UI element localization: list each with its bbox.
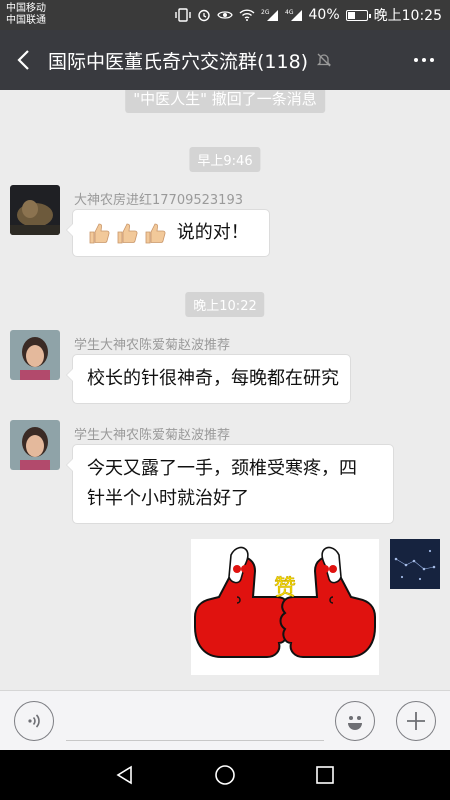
eye-icon [216,9,233,21]
status-icons: 2G 4G 40% 晚上10:25 [174,0,442,30]
signal-4g-icon: 4G [285,8,303,22]
message-bubble[interactable]: 校长的针很神奇，每晚都在研究 [66,354,351,404]
thumbs-up-icon [145,223,166,244]
more-dots-icon [422,58,426,62]
thumbs-up-sticker[interactable]: 赞 [191,539,379,675]
timestamp: 晚上10:22 [185,292,265,317]
nav-home-button[interactable] [195,750,255,800]
thumbs-up-icon [117,223,138,244]
chat-header: 国际中医董氏奇穴交流群(118) [0,30,450,90]
nav-back-icon [116,765,132,785]
status-bar: 中国移动 中国联通 2G 4G 40% 晚上10:25 [0,0,450,30]
more-options-button[interactable] [414,30,434,90]
carrier-1-label: 中国移动 [6,3,46,14]
thumbs-up-emoji-group [87,221,167,245]
chat-title: 国际中医董氏奇穴交流群(118) [48,50,309,73]
more-dots-icon [414,58,418,62]
self-avatar[interactable] [390,539,440,589]
wifi-icon [239,9,255,21]
avatar[interactable] [10,420,60,470]
recall-notice: "中医人生" 撤回了一条消息 [125,90,325,113]
status-time: 晚上10:25 [373,8,442,24]
message-text: 说的对！ [176,222,249,243]
carrier-2-label: 中国联通 [6,15,46,26]
nav-recents-icon [316,766,334,784]
message-text-line: 针半个小时就治好了 [87,488,249,509]
more-functions-button[interactable] [396,701,436,741]
back-arrow-icon [17,50,29,70]
plus-icon [407,712,425,730]
system-nav-bar [0,750,450,800]
voice-button[interactable] [14,701,54,741]
signal-2g-label: 2G [261,9,270,16]
message-text: 校长的针很神奇，每晚都在研究 [87,368,339,389]
voice-icon [28,714,40,728]
signal-4g-label: 4G [285,9,294,16]
message-bubble[interactable]: 说的对！ [66,209,270,257]
emoji-icon [348,716,362,730]
chat-messages[interactable]: "中医人生" 撤回了一条消息 早上9:46 大神农房进红17709523193 … [0,90,450,690]
avatar[interactable] [10,330,60,380]
thumbs-up-icon [89,223,110,244]
message-input[interactable] [66,701,324,741]
more-dots-icon [430,58,434,62]
avatar[interactable] [10,185,60,235]
input-bar [0,690,450,750]
sticker-text: 赞 [274,576,296,601]
mute-bell-icon [316,52,332,68]
message-text-line: 今天又露了一手，颈椎受寒疼，四 [87,458,357,479]
vibrate-icon [174,8,191,22]
timestamp: 早上9:46 [189,147,261,172]
nav-back-button[interactable] [95,750,155,800]
back-button[interactable] [0,30,46,90]
battery-icon [345,9,371,21]
nav-recents-button[interactable] [295,750,355,800]
alarm-icon [197,8,211,22]
sender-name: 大神农房进红17709523193 [74,193,243,208]
battery-percent: 40% [308,7,340,23]
sender-name: 学生大神农陈爱菊赵波推荐 [74,338,231,353]
message-bubble[interactable]: 今天又露了一手，颈椎受寒疼，四 针半个小时就治好了 [66,444,394,524]
battery-level [347,11,355,19]
sender-name: 学生大神农陈爱菊赵波推荐 [74,428,231,443]
emoji-button[interactable] [335,701,375,741]
signal-2g-icon: 2G [261,8,279,22]
nav-home-icon [215,765,235,785]
